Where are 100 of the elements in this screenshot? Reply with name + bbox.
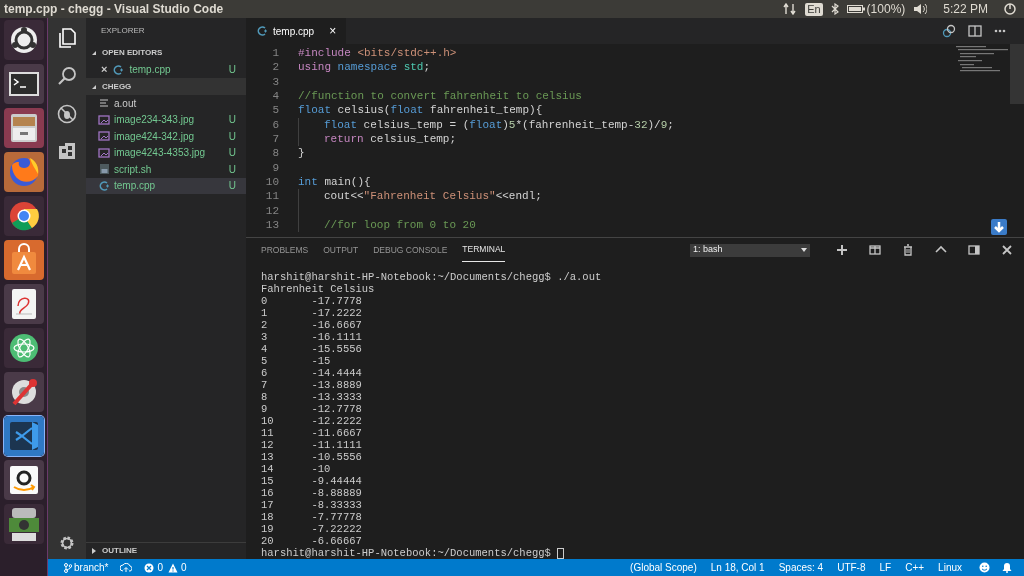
network-arrows-icon[interactable] [783,3,798,15]
section-header[interactable]: CHEGG [102,80,132,93]
terminal-line: harshit@harshit-HP-Notebook:~/Documents/chegg$ ./a.out [261,271,603,283]
image-file-icon [98,113,110,126]
status-item[interactable]: Linux [938,560,962,575]
terminal-line: 9 -12.7778 [261,403,363,415]
window-title: temp.cpp - chegg - Visual Studio Code [4,1,224,18]
close-icon[interactable] [1001,244,1013,256]
close-icon[interactable]: × [101,61,108,78]
terminal-line: 5 -15 [261,355,332,367]
git-status: U [228,129,236,144]
text-lines-icon [98,97,110,110]
warning-icon [168,562,179,573]
cpp-file-icon [98,179,110,192]
status-item[interactable]: Ln 18, Col 1 [710,560,765,575]
branch-indicator[interactable]: branch* [64,560,109,575]
ring-logo-icon[interactable] [3,196,44,236]
search-icon[interactable] [57,66,77,86]
line-number: 1 [272,46,279,59]
extensions-icon[interactable] [58,142,76,160]
trash-icon[interactable] [902,244,914,256]
file-tree-item[interactable]: image424-342.jpg U [86,128,246,145]
git-status: U [228,113,236,128]
panel-tab[interactable]: TERMINAL [462,238,506,262]
file-name: temp.cpp [114,179,157,194]
editor-tab[interactable]: temp.cpp × [246,18,347,44]
file-tree-item[interactable]: script.sh U [86,161,246,178]
keyboard-layout-indicator[interactable]: En [805,2,823,16]
scroll-down-icon[interactable] [991,219,1007,235]
bluetooth-icon[interactable] [830,3,839,15]
line-number: 3 [272,75,279,88]
close-icon[interactable]: × [329,22,337,40]
bug-icon[interactable] [57,104,77,124]
terminal-line: 7 -13.8889 [261,379,363,391]
drawer-icon[interactable] [3,108,44,148]
status-item[interactable]: LF [879,560,892,575]
terminal-line: 14 -10 [261,463,332,475]
panel-tab[interactable]: OUTPUT [323,238,359,262]
settings-icon[interactable] [59,535,75,551]
file-tree-item[interactable]: image4243-4353.jpg U [86,144,246,161]
line-number: 7 [272,132,279,145]
expanded-chevron-icon[interactable] [91,49,97,56]
code-line: } [298,146,305,162]
line-number: 4 [272,89,279,102]
file-tree-item[interactable]: temp.cpp U [86,177,246,194]
terminal-line: 15 -9.44444 [261,475,363,487]
panel-tab[interactable]: PROBLEMS [261,238,309,262]
terminal-line: 1 -17.2222 [261,307,363,319]
fox-globe-icon[interactable] [3,152,44,192]
plus-icon[interactable] [836,244,848,256]
terminal-line: Fahrenheit Celsius [261,283,376,295]
battery-icon[interactable] [846,4,865,14]
status-item[interactable]: UTF-8 [837,560,866,575]
files-icon[interactable] [58,28,76,48]
terminal-line: 19 -7.22222 [261,523,363,535]
terminal-line: 10 -12.2222 [261,415,363,427]
terminal-icon[interactable] [3,64,44,104]
stacked-apps-icon[interactable] [3,504,44,544]
split-terminal-icon[interactable] [869,244,881,256]
document-icon[interactable] [3,284,44,324]
problems-indicator[interactable]: 0 0 [144,560,187,575]
terminal-cursor [557,547,565,559]
line-number: 10 [265,175,279,188]
terminal-line: 11 -11.6667 [261,427,363,439]
volume-icon[interactable] [913,3,928,15]
code-editor-icon[interactable] [3,416,44,456]
status-item[interactable]: (Global Scope) [630,560,697,575]
terminal-select[interactable]: 1: bash [690,243,810,257]
atom-icon[interactable] [3,328,44,368]
clock[interactable]: 5:22 PM [943,0,988,18]
terminal-prompt: harshit@harshit-HP-Notebook:~/Documents/chegg$ [261,547,552,559]
compare-changes-icon[interactable] [942,24,956,38]
panel-tab[interactable]: DEBUG CONSOLE [373,238,448,262]
code-line: using namespace std; [298,60,431,76]
file-tree-item[interactable]: a.out [86,95,246,112]
more-actions-icon[interactable] [994,29,1006,33]
maximize-panel-icon[interactable] [968,244,980,256]
cpp-file-icon [112,63,125,76]
bell-icon[interactable] [1002,562,1012,573]
open-editor-item[interactable]: × temp.cpp U [86,61,246,78]
branch-icon [64,562,72,573]
split-editor-icon[interactable] [968,25,982,37]
section-header[interactable]: OPEN EDITORS [102,46,163,59]
status-item[interactable]: C++ [905,560,925,575]
status-item[interactable]: Spaces: 4 [778,560,824,575]
line-number: 12 [265,204,279,217]
file-tree-item[interactable]: image234-343.jpg U [86,111,246,128]
shopping-bag-icon[interactable] [3,240,44,280]
power-icon[interactable] [1004,3,1016,15]
section-header[interactable]: OUTLINE [102,545,138,557]
code-line: int main(){ [298,174,371,190]
expanded-chevron-icon[interactable] [91,83,97,90]
terminal-line: 17 -8.33333 [261,499,363,511]
line-number: 2 [272,61,279,74]
git-status: U [228,63,236,77]
code-line: cout<<"Fahrenheit Celsius"<<endl; [324,189,542,205]
collapsed-chevron-icon[interactable] [91,548,97,554]
smiley-icon[interactable] [979,562,990,573]
wrench-gear-icon[interactable] [3,372,44,412]
cloud-upload-icon[interactable] [120,562,133,573]
